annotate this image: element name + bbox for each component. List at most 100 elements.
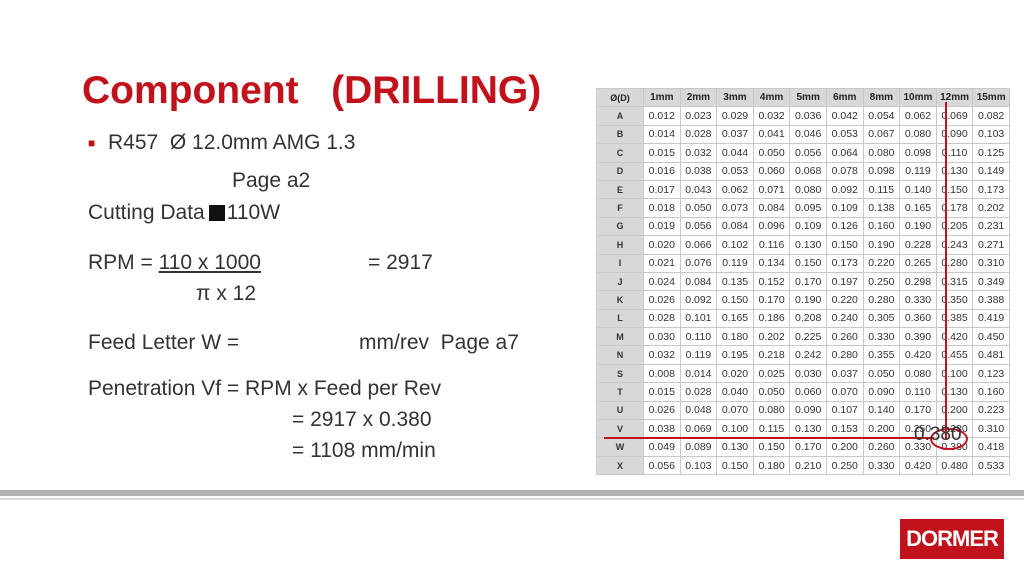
table-cell: 0.026 [643, 400, 681, 421]
table-cell: 0.260 [862, 437, 901, 457]
table-cell: 0.090 [935, 124, 974, 145]
table-row: S 0.008 0.014 0.020 0.025 0.030 0.037 0.050 0.08… [596, 363, 1010, 384]
table-cell: 0.280 [862, 290, 901, 310]
table-cell: 0.084 [716, 216, 754, 237]
table-cell: 0.095 [789, 198, 827, 218]
row-letter: N [596, 345, 644, 365]
table-cell: 0.050 [752, 382, 791, 402]
row-letter: U [596, 400, 644, 421]
table-cell: 0.115 [752, 419, 791, 439]
table-cell: 0.050 [752, 143, 791, 163]
row-letter: M [596, 327, 644, 347]
feed-unit-label: mm/rev Page a7 [359, 331, 519, 354]
table-cell: 0.041 [752, 124, 791, 145]
table-cell: 0.190 [789, 290, 827, 310]
table-cell: 0.056 [679, 216, 718, 237]
table-cell: 0.298 [899, 271, 937, 292]
table-cell: 0.150 [716, 455, 754, 476]
table-cell: 0.350 [935, 290, 974, 310]
table-cell: 0.073 [716, 198, 754, 218]
column-header: 4mm [752, 87, 791, 108]
table-cell: 0.032 [643, 345, 681, 365]
table-cell: 0.062 [899, 106, 937, 126]
table-cell: 0.067 [862, 124, 901, 145]
table-cell: 0.042 [825, 106, 864, 126]
row-letter: H [596, 235, 644, 255]
rpm-numerator: 110 x 1000 [158, 251, 261, 274]
table-cell: 0.231 [972, 216, 1010, 237]
table-cell: 0.053 [825, 124, 864, 145]
table-cell: 0.090 [862, 382, 901, 402]
table-cell: 0.115 [862, 179, 901, 200]
table-cell: 0.021 [643, 253, 681, 273]
table-cell: 0.420 [899, 345, 937, 365]
column-header: 5mm [789, 87, 827, 108]
row-letter: X [596, 455, 644, 476]
row-letter: J [596, 271, 644, 292]
table-cell: 0.310 [972, 253, 1010, 273]
table-cell: 0.200 [862, 419, 901, 439]
table-cell: 0.080 [899, 124, 937, 145]
table-cell: 0.130 [789, 235, 827, 255]
table-cell: 0.330 [899, 290, 937, 310]
table-row: C 0.015 0.032 0.044 0.050 0.056 0.064 0.080 0.09… [596, 143, 1010, 163]
table-cell: 0.023 [679, 106, 718, 126]
table-cell: 0.360 [899, 308, 937, 329]
table-cell: 0.082 [972, 106, 1010, 126]
column-header: 6mm [825, 87, 864, 108]
column-header: 2mm [679, 87, 718, 108]
column-header: 3mm [716, 87, 754, 108]
table-cell: 0.150 [789, 253, 827, 273]
table-cell: 0.250 [825, 455, 864, 476]
tool-spec: R457 Ø 12.0mm AMG 1.3 [108, 131, 356, 154]
table-cell: 0.150 [752, 437, 791, 457]
table-row: I 0.021 0.076 0.119 0.134 0.150 0.173 0.220 0.26… [596, 253, 1010, 273]
table-row: B 0.014 0.028 0.037 0.041 0.046 0.053 0.067 0.08… [596, 124, 1010, 145]
table-cell: 0.043 [679, 179, 718, 200]
table-cell: 0.481 [972, 345, 1010, 365]
table-cell: 0.455 [935, 345, 974, 365]
table-row: N 0.032 0.119 0.195 0.218 0.242 0.280 0.355 0.42… [596, 345, 1010, 365]
table-cell: 0.068 [789, 161, 827, 181]
table-cell: 0.064 [825, 143, 864, 163]
row-letter: L [596, 308, 644, 329]
table-cell: 0.160 [862, 216, 901, 237]
table-cell: 0.149 [972, 161, 1010, 181]
table-cell: 0.310 [972, 419, 1010, 439]
table-cell: 0.015 [643, 382, 681, 402]
table-row: J 0.024 0.084 0.135 0.152 0.170 0.197 0.250 0.29… [596, 271, 1010, 292]
cutting-data-line: Cutting Data 110W [88, 200, 280, 226]
table-cell: 0.062 [716, 179, 754, 200]
footer-divider [0, 490, 1024, 496]
table-cell: 0.030 [643, 327, 681, 347]
logo-text: DORMER [906, 526, 999, 551]
table-cell: 0.048 [679, 400, 718, 421]
bullet-marker: ■ [88, 136, 96, 150]
table-cell: 0.160 [972, 382, 1010, 402]
table-cell: 0.200 [825, 437, 864, 457]
table-cell: 0.202 [752, 327, 791, 347]
table-cell: 0.533 [972, 455, 1010, 476]
table-cell: 0.165 [716, 308, 754, 329]
table-cell: 0.153 [825, 419, 864, 439]
table-cell: 0.135 [716, 271, 754, 292]
slide-title: Component (DRILLING) [82, 69, 542, 112]
table-cell: 0.165 [899, 198, 937, 218]
table-cell: 0.280 [935, 253, 974, 273]
table-cell: 0.028 [679, 382, 718, 402]
table-cell: 0.098 [899, 143, 937, 163]
table-cell: 0.220 [862, 253, 901, 273]
table-cell: 0.138 [862, 198, 901, 218]
table-cell: 0.050 [679, 198, 718, 218]
annotation-value: 0.380 [914, 424, 962, 445]
table-header-row: Ø(D) 1mm 2mm 3mm 4mm 5mm 6mm 8mm 10mm 12… [596, 87, 1010, 108]
table-row: U 0.026 0.048 0.070 0.080 0.090 0.107 0.140 0.17… [596, 400, 1010, 421]
table-cell: 0.024 [643, 271, 681, 292]
table-cell: 0.070 [716, 400, 754, 421]
table-cell: 0.016 [643, 161, 681, 181]
table-cell: 0.096 [752, 216, 791, 237]
table-cell: 0.134 [752, 253, 791, 273]
highlight-row-line [604, 437, 934, 439]
table-cell: 0.170 [899, 400, 937, 421]
table-cell: 0.223 [972, 400, 1010, 421]
